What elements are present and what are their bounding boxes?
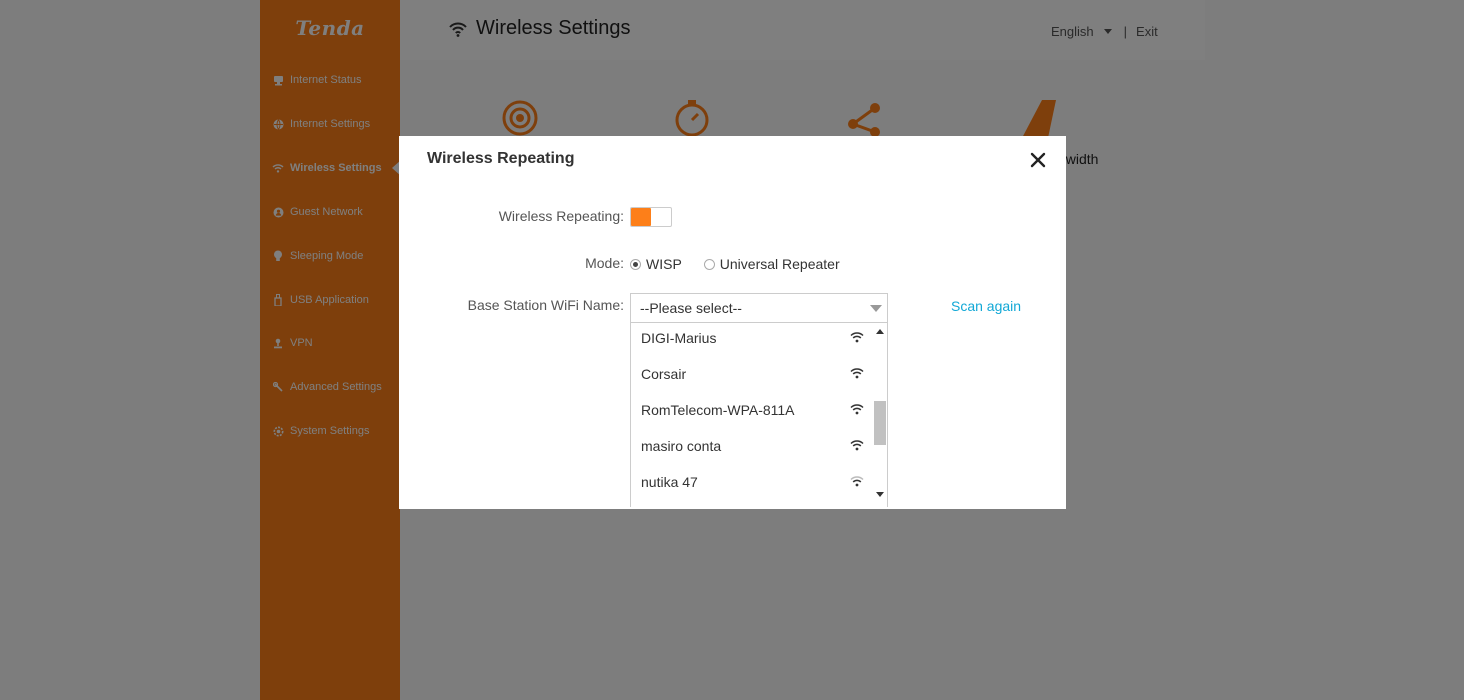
radio-label: WISP	[646, 256, 682, 272]
close-icon[interactable]	[1029, 151, 1047, 169]
scrollbar[interactable]	[873, 323, 887, 507]
list-item-network[interactable]: DIGI-Marius	[631, 323, 874, 356]
network-name: RomTelecom-WPA-811A	[641, 402, 795, 418]
scrollbar-thumb[interactable]	[874, 401, 886, 445]
wifi-signal-icon	[850, 332, 864, 343]
list-item-network[interactable]: masiro conta	[631, 428, 874, 464]
wireless-repeating-toggle[interactable]	[630, 207, 672, 227]
mode-wisp-radio[interactable]: WISP	[630, 256, 682, 272]
toggle-knob	[631, 208, 651, 226]
wireless-repeating-dialog: Wireless Repeating Wireless Repeating: M…	[399, 136, 1066, 509]
mode-label: Mode:	[585, 255, 624, 271]
mode-universal-repeater-radio[interactable]: Universal Repeater	[703, 256, 840, 272]
scan-again-link[interactable]: Scan again	[951, 298, 1021, 314]
wifi-weak-signal-icon	[850, 476, 864, 487]
select-value: --Please select--	[640, 300, 742, 316]
network-name: masiro conta	[641, 438, 722, 454]
network-name: nutika 47	[641, 474, 698, 490]
radio-label: Universal Repeater	[719, 256, 840, 272]
dialog-title: Wireless Repeating	[427, 150, 575, 167]
list-item-network[interactable]: Corsair	[631, 356, 874, 392]
scroll-down-icon[interactable]	[876, 492, 884, 497]
wifi-signal-icon	[850, 440, 864, 451]
base-station-select[interactable]: --Please select--	[630, 293, 888, 323]
base-station-label: Base Station WiFi Name:	[467, 297, 624, 313]
radio-checked-icon[interactable]	[630, 258, 641, 270]
network-name: DIGI-Marius	[641, 330, 717, 346]
scroll-up-icon[interactable]	[876, 329, 884, 334]
radio-unchecked-icon[interactable]	[703, 258, 715, 270]
wifi-signal-icon	[850, 404, 864, 415]
wifi-signal-icon	[850, 368, 864, 379]
list-item-network[interactable]: nutika 47	[631, 464, 874, 500]
chevron-down-icon[interactable]	[870, 305, 882, 312]
network-name: Corsair	[641, 366, 687, 382]
wifi-network-list: DIGI-Marius Corsair RomTelecom-WPA-811A …	[630, 323, 888, 507]
wireless-repeating-label: Wireless Repeating:	[498, 208, 624, 224]
mode-radio-group: WISP Universal Repeater	[630, 256, 862, 272]
list-item-network[interactable]: RomTelecom-WPA-811A	[631, 392, 874, 428]
